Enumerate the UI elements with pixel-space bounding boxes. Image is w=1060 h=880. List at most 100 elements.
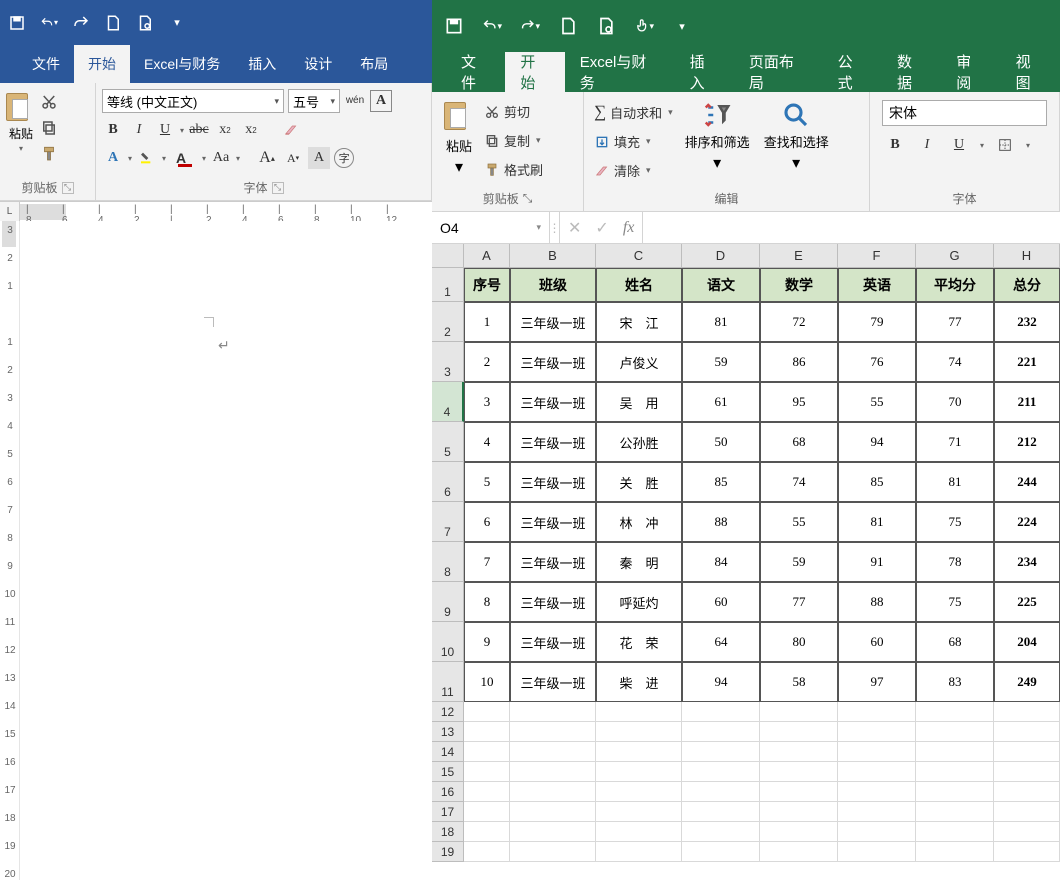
table-cell[interactable]: 78 [916, 542, 994, 582]
table-cell[interactable]: 秦 明 [596, 542, 682, 582]
cancel-icon[interactable]: ✕ [568, 218, 581, 238]
empty-cell[interactable] [916, 742, 994, 762]
empty-cell[interactable] [994, 782, 1060, 802]
table-cell[interactable]: 76 [838, 342, 916, 382]
empty-cell[interactable] [994, 822, 1060, 842]
excel-menu-review[interactable]: 审阅 [941, 52, 1000, 92]
table-cell[interactable]: 60 [682, 582, 760, 622]
copy-button[interactable]: 复制▾ [482, 129, 545, 152]
empty-cell[interactable] [596, 822, 682, 842]
table-cell[interactable]: 1 [464, 302, 510, 342]
empty-cell[interactable] [682, 782, 760, 802]
word-menu-layout[interactable]: 布局 [346, 45, 402, 83]
empty-cell[interactable] [994, 802, 1060, 822]
table-cell[interactable]: 75 [916, 502, 994, 542]
save-icon[interactable] [8, 14, 26, 32]
empty-cell[interactable] [682, 742, 760, 762]
table-cell[interactable]: 221 [994, 342, 1060, 382]
word-menu-excelfin[interactable]: Excel与财务 [130, 45, 234, 83]
table-cell[interactable]: 81 [916, 462, 994, 502]
save-icon[interactable] [444, 16, 464, 36]
table-cell[interactable]: 三年级一班 [510, 302, 596, 342]
table-cell[interactable]: 6 [464, 502, 510, 542]
cut-button[interactable]: 剪切 [482, 100, 545, 123]
table-cell[interactable]: 79 [838, 302, 916, 342]
table-cell[interactable]: 3 [464, 382, 510, 422]
table-cell[interactable]: 234 [994, 542, 1060, 582]
print-preview-icon[interactable] [596, 16, 616, 36]
table-cell[interactable]: 211 [994, 382, 1060, 422]
table-cell[interactable]: 三年级一班 [510, 422, 596, 462]
excel-sheet[interactable]: ABCDEFGH1序号班级姓名语文数学英语平均分总分21三年级一班宋 江8172… [432, 244, 1060, 880]
excel-menu-insert[interactable]: 插入 [675, 52, 734, 92]
column-header[interactable]: E [760, 244, 838, 268]
dialog-launcher-icon[interactable]: ⤡ [62, 182, 74, 194]
empty-cell[interactable] [916, 842, 994, 862]
table-cell[interactable]: 94 [838, 422, 916, 462]
empty-cell[interactable] [838, 702, 916, 722]
empty-cell[interactable] [464, 782, 510, 802]
name-box[interactable]: O4▾ [432, 212, 550, 243]
clear-format-button[interactable] [280, 119, 302, 141]
redo-icon[interactable] [72, 14, 90, 32]
shrink-font-button[interactable]: A▾ [282, 147, 304, 169]
empty-cell[interactable] [760, 802, 838, 822]
table-cell[interactable]: 74 [916, 342, 994, 382]
empty-cell[interactable] [510, 702, 596, 722]
table-cell[interactable]: 55 [760, 502, 838, 542]
table-cell[interactable]: 三年级一班 [510, 342, 596, 382]
table-cell[interactable]: 58 [760, 662, 838, 702]
italic-button[interactable]: I [916, 134, 938, 156]
empty-cell[interactable] [916, 702, 994, 722]
table-cell[interactable]: 212 [994, 422, 1060, 462]
font-name-combo[interactable]: 等线 (中文正文)▾ [102, 89, 284, 113]
empty-cell[interactable] [510, 742, 596, 762]
empty-cell[interactable] [596, 702, 682, 722]
table-cell[interactable]: 50 [682, 422, 760, 462]
empty-cell[interactable] [760, 702, 838, 722]
table-cell[interactable]: 10 [464, 662, 510, 702]
char-shading-button[interactable]: A [308, 147, 330, 169]
empty-cell[interactable] [464, 742, 510, 762]
table-cell[interactable]: 三年级一班 [510, 382, 596, 422]
table-cell[interactable]: 2 [464, 342, 510, 382]
superscript-button[interactable]: x2 [240, 119, 262, 141]
table-header-cell[interactable]: 总分 [994, 268, 1060, 302]
table-cell[interactable]: 60 [838, 622, 916, 662]
table-cell[interactable]: 88 [682, 502, 760, 542]
table-cell[interactable]: 97 [838, 662, 916, 702]
empty-cell[interactable] [838, 842, 916, 862]
empty-cell[interactable] [596, 782, 682, 802]
table-cell[interactable]: 94 [682, 662, 760, 702]
table-cell[interactable]: 224 [994, 502, 1060, 542]
bold-button[interactable]: B [884, 134, 906, 156]
empty-cell[interactable] [510, 782, 596, 802]
sort-filter-button[interactable]: 排序和筛选▾ [681, 96, 754, 173]
paste-button[interactable]: 粘贴▾ [440, 96, 478, 181]
empty-cell[interactable] [994, 842, 1060, 862]
table-cell[interactable]: 91 [838, 542, 916, 582]
table-cell[interactable]: 7 [464, 542, 510, 582]
table-cell[interactable]: 三年级一班 [510, 462, 596, 502]
table-cell[interactable]: 宋 江 [596, 302, 682, 342]
excel-menu-home[interactable]: 开始 [505, 52, 564, 92]
grow-font-button[interactable]: A▴ [256, 147, 278, 169]
table-cell[interactable]: 225 [994, 582, 1060, 622]
enter-icon[interactable]: ✓ [595, 218, 608, 238]
table-cell[interactable]: 59 [760, 542, 838, 582]
table-cell[interactable]: 244 [994, 462, 1060, 502]
dialog-launcher-icon[interactable]: ⤡ [523, 191, 533, 206]
empty-cell[interactable] [760, 762, 838, 782]
table-cell[interactable]: 84 [682, 542, 760, 582]
empty-cell[interactable] [916, 722, 994, 742]
empty-cell[interactable] [994, 742, 1060, 762]
fx-icon[interactable]: fx [623, 219, 635, 237]
table-cell[interactable]: 呼延灼 [596, 582, 682, 622]
table-header-cell[interactable]: 序号 [464, 268, 510, 302]
paste-button[interactable]: 粘贴 ▾ [6, 87, 36, 153]
empty-cell[interactable] [464, 842, 510, 862]
excel-menu-view[interactable]: 视图 [1001, 52, 1060, 92]
empty-cell[interactable] [838, 822, 916, 842]
empty-cell[interactable] [596, 722, 682, 742]
formula-input[interactable] [642, 212, 1060, 243]
